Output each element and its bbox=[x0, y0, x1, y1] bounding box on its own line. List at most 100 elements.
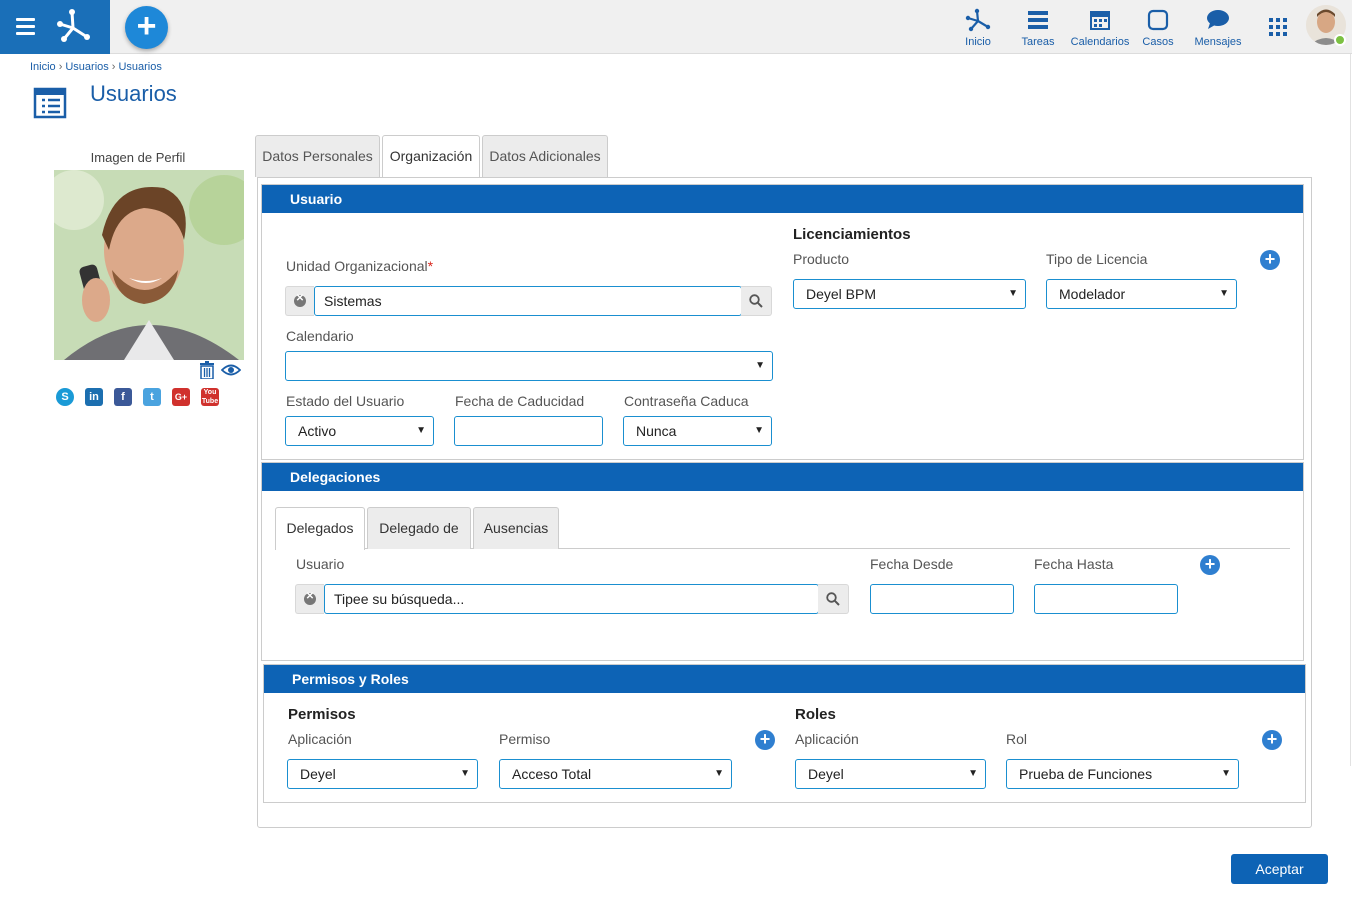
permiso-aplicacion-select[interactable]: Deyel ▼ bbox=[287, 759, 478, 789]
add-license-button[interactable]: + bbox=[1260, 250, 1280, 270]
permisos-section-header: Permisos y Roles bbox=[264, 665, 1305, 693]
tab-datos-personales[interactable]: Datos Personales bbox=[255, 135, 380, 177]
fecha-hasta-label: Fecha Hasta bbox=[1034, 556, 1114, 572]
page-title: Usuarios bbox=[90, 81, 177, 106]
profile-image-label: Imagen de Perfil bbox=[90, 150, 186, 165]
eye-icon[interactable] bbox=[221, 363, 241, 377]
add-new-button[interactable]: + bbox=[125, 6, 168, 49]
messages-icon bbox=[1207, 10, 1229, 29]
rol-aplicacion-select[interactable]: Deyel ▼ bbox=[795, 759, 986, 789]
add-delegation-button[interactable]: + bbox=[1200, 555, 1220, 575]
roles-heading: Roles bbox=[795, 706, 836, 723]
chevron-down-icon: ▼ bbox=[460, 768, 470, 779]
chevron-down-icon: ▼ bbox=[714, 768, 724, 779]
add-role-button[interactable]: + bbox=[1262, 730, 1282, 750]
delegado-clear-button[interactable]: ✕ bbox=[295, 584, 324, 614]
chevron-down-icon: ▼ bbox=[1008, 288, 1018, 299]
tab-datos-adicionales[interactable]: Datos Adicionales bbox=[482, 135, 608, 177]
unidad-search-button[interactable] bbox=[741, 286, 772, 316]
nav-calendarios-label: Calendarios bbox=[1070, 36, 1130, 48]
fecha-desde-label: Fecha Desde bbox=[870, 556, 954, 572]
youtube-icon[interactable]: You Tube bbox=[201, 388, 219, 406]
twitter-icon[interactable]: t bbox=[143, 388, 161, 406]
brand-area bbox=[0, 0, 110, 54]
subtab-ausencias[interactable]: Ausencias bbox=[473, 507, 559, 549]
estado-usuario-select[interactable]: Activo ▼ bbox=[285, 416, 434, 446]
contrasena-caduca-label: Contraseña Caduca bbox=[624, 393, 749, 409]
breadcrumb-current[interactable]: Usuarios bbox=[118, 61, 161, 73]
chevron-down-icon: ▼ bbox=[416, 425, 426, 436]
unidad-organizacional-label: Unidad Organizacional* bbox=[286, 258, 434, 274]
fecha-desde-input[interactable] bbox=[870, 584, 1014, 614]
breadcrumb-inicio[interactable]: Inicio bbox=[30, 61, 56, 73]
subtab-delegado-de[interactable]: Delegado de bbox=[367, 507, 471, 549]
deyel-logo-icon[interactable] bbox=[56, 8, 92, 44]
contrasena-caduca-select[interactable]: Nunca ▼ bbox=[623, 416, 772, 446]
delegaciones-section-header: Delegaciones bbox=[262, 463, 1303, 491]
nav-tareas[interactable]: Tareas bbox=[1020, 8, 1056, 48]
profile-photo[interactable] bbox=[54, 170, 244, 360]
delegado-search-button[interactable] bbox=[818, 584, 849, 614]
permiso-select[interactable]: Acceso Total ▼ bbox=[499, 759, 732, 789]
search-icon bbox=[826, 592, 840, 606]
subtab-delegados[interactable]: Delegados bbox=[275, 507, 365, 550]
cases-icon bbox=[1147, 9, 1169, 31]
nav-mensajes-label: Mensajes bbox=[1194, 36, 1242, 48]
online-status-indicator bbox=[1334, 34, 1346, 46]
form-list-icon bbox=[33, 87, 67, 119]
rol-select[interactable]: Prueba de Funciones ▼ bbox=[1006, 759, 1239, 789]
permisos-heading: Permisos bbox=[288, 706, 356, 723]
apps-grid-icon[interactable] bbox=[1269, 18, 1287, 36]
rol-label: Rol bbox=[1006, 731, 1028, 747]
unidad-clear-button[interactable]: ✕ bbox=[285, 286, 314, 316]
chevron-down-icon: ▼ bbox=[755, 360, 765, 371]
google-plus-icon[interactable]: G+ bbox=[172, 388, 190, 406]
nav-casos-label: Casos bbox=[1142, 36, 1174, 48]
calendario-select[interactable]: ▼ bbox=[285, 351, 773, 381]
scrollbar-track bbox=[1350, 54, 1351, 766]
nav-calendarios[interactable]: Calendarios bbox=[1069, 8, 1131, 48]
unidad-organizacional-input[interactable]: Sistemas bbox=[314, 286, 742, 316]
nav-inicio-label: Inicio bbox=[965, 36, 991, 48]
chevron-down-icon: ▼ bbox=[1221, 768, 1231, 779]
add-permission-button[interactable]: + bbox=[755, 730, 775, 750]
chevron-down-icon: ▼ bbox=[1219, 288, 1229, 299]
nav-mensajes[interactable]: Mensajes bbox=[1192, 8, 1244, 48]
tipo-licencia-label: Tipo de Licencia bbox=[1046, 251, 1148, 267]
licenciamientos-heading: Licenciamientos bbox=[793, 226, 911, 243]
delegado-usuario-input[interactable]: Tipee su búsqueda... bbox=[324, 584, 819, 614]
fecha-caducidad-label: Fecha de Caducidad bbox=[455, 393, 585, 409]
calendar-icon bbox=[1090, 11, 1110, 30]
menu-icon[interactable] bbox=[16, 18, 35, 35]
trash-icon[interactable] bbox=[199, 361, 215, 379]
chevron-down-icon: ▼ bbox=[968, 768, 978, 779]
breadcrumb: Inicio › Usuarios › Usuarios bbox=[30, 61, 162, 73]
delegaciones-section: Delegaciones bbox=[261, 462, 1304, 661]
search-icon bbox=[749, 294, 763, 308]
fecha-caducidad-input[interactable] bbox=[454, 416, 603, 446]
chevron-down-icon: ▼ bbox=[754, 425, 764, 436]
skype-icon[interactable]: S bbox=[56, 388, 74, 406]
top-bar: + Inicio Tareas Calendarios Casos Mensaj… bbox=[0, 0, 1352, 54]
tab-organizacion[interactable]: Organización bbox=[382, 135, 480, 178]
producto-label: Producto bbox=[793, 251, 850, 267]
fecha-hasta-input[interactable] bbox=[1034, 584, 1178, 614]
profile-photo-icon bbox=[54, 170, 244, 360]
calendario-label: Calendario bbox=[286, 328, 354, 344]
linkedin-icon[interactable]: in bbox=[85, 388, 103, 406]
workflow-icon bbox=[965, 8, 991, 32]
rol-aplicacion-label: Aplicación bbox=[795, 731, 859, 747]
nav-inicio[interactable]: Inicio bbox=[960, 8, 996, 48]
usuario-section-header: Usuario bbox=[262, 185, 1303, 213]
tipo-licencia-select[interactable]: Modelador ▼ bbox=[1046, 279, 1237, 309]
facebook-icon[interactable]: f bbox=[114, 388, 132, 406]
nav-tareas-label: Tareas bbox=[1021, 36, 1055, 48]
nav-casos[interactable]: Casos bbox=[1140, 8, 1176, 48]
accept-button[interactable]: Aceptar bbox=[1231, 854, 1328, 884]
estado-usuario-label: Estado del Usuario bbox=[286, 393, 405, 409]
producto-select[interactable]: Deyel BPM ▼ bbox=[793, 279, 1026, 309]
permiso-label: Permiso bbox=[499, 731, 551, 747]
delegado-usuario-label: Usuario bbox=[296, 556, 345, 572]
breadcrumb-usuarios[interactable]: Usuarios bbox=[65, 61, 108, 73]
permiso-aplicacion-label: Aplicación bbox=[288, 731, 352, 747]
